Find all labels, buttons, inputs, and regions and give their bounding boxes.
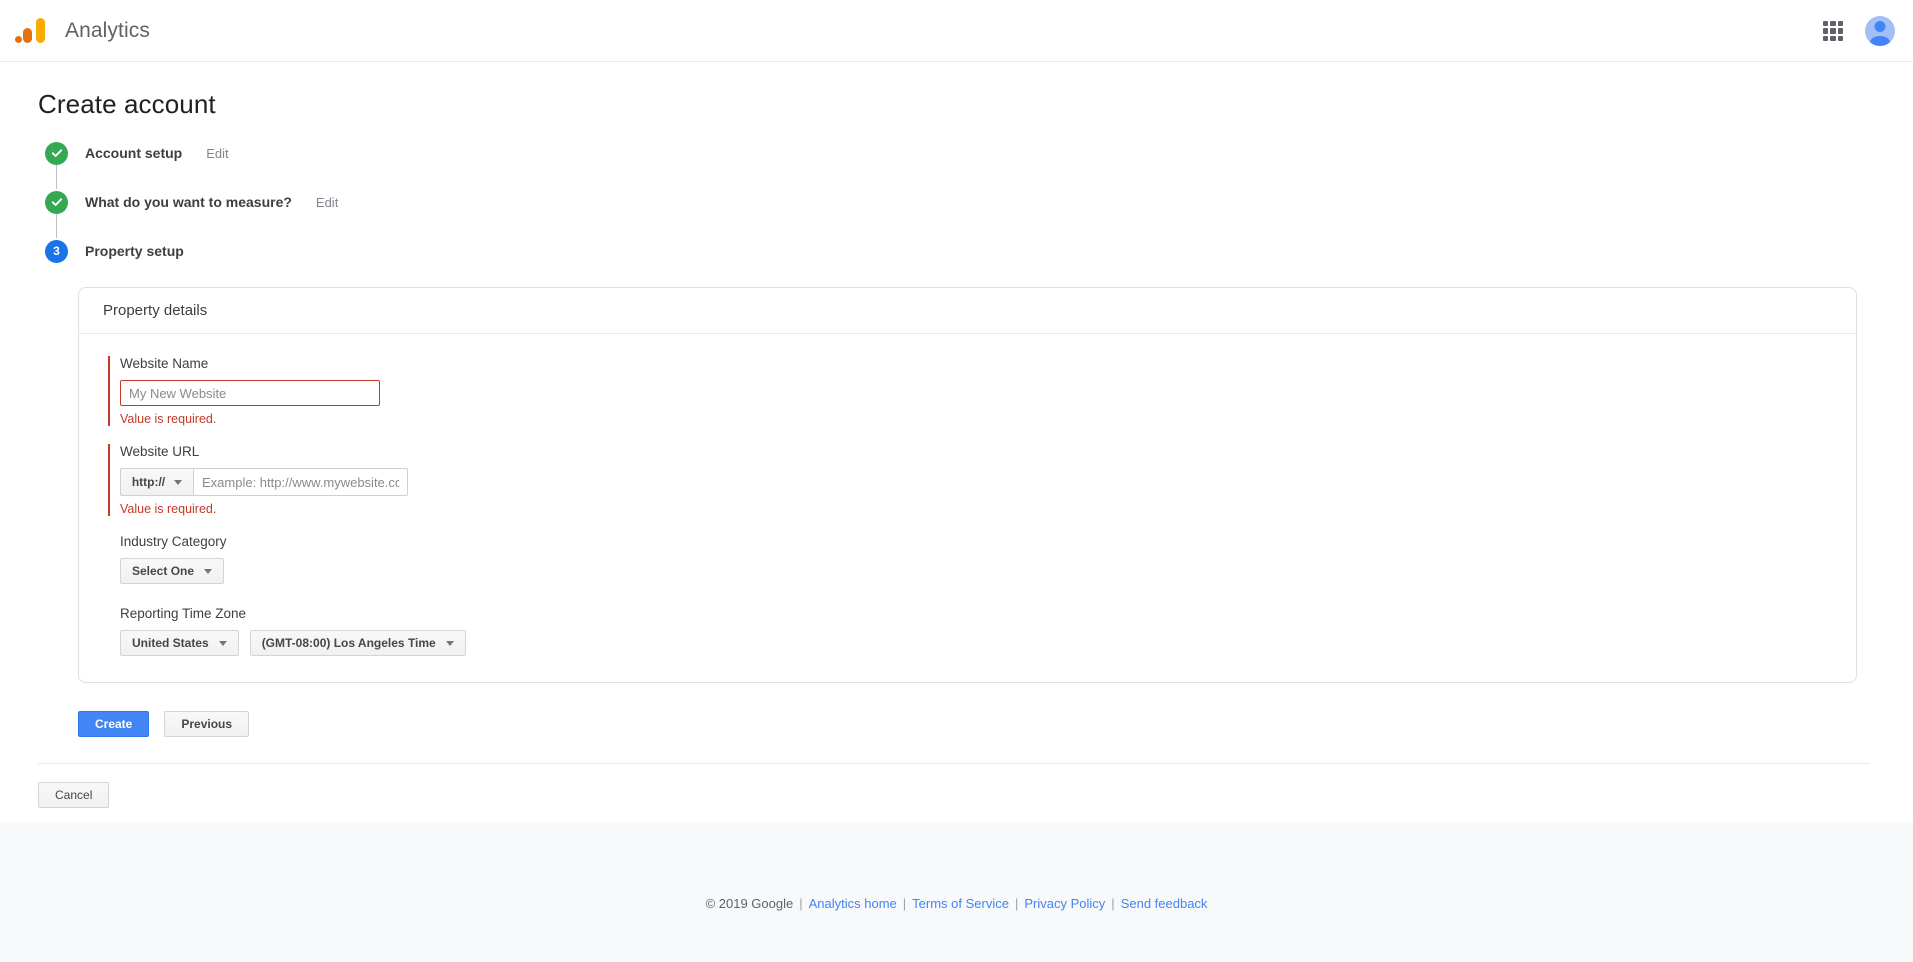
protocol-dropdown[interactable]: http:// (120, 468, 193, 496)
brand-name: Analytics (65, 18, 150, 42)
footer-link-terms-of-service[interactable]: Terms of Service (912, 896, 1009, 911)
step-account-setup[interactable]: Account setup Edit (45, 140, 1913, 189)
check-icon (45, 190, 68, 214)
country-value: United States (132, 636, 209, 650)
chevron-down-icon (445, 640, 454, 646)
step-label: Account setup (85, 145, 183, 161)
reporting-time-zone-field-group: Reporting Time Zone United States (GMT-0… (79, 606, 1856, 656)
cancel-button[interactable]: Cancel (38, 782, 110, 808)
footer-separator: | (799, 895, 803, 911)
website-url-error: Value is required. (120, 502, 217, 516)
stepper: Account setup Edit What do you want to m… (45, 140, 1913, 264)
step-label: What do you want to measure? (85, 194, 292, 210)
footer-link-send-feedback[interactable]: Send feedback (1121, 896, 1208, 911)
actions-divider (38, 763, 1870, 764)
form-actions: Create Previous (78, 711, 1913, 737)
property-details-card: Property details Website Name Value is r… (78, 287, 1857, 683)
footer-copyright: © 2019 Google (705, 895, 794, 911)
step-label: Property setup (85, 243, 184, 259)
website-url-label: Website URL (120, 444, 200, 459)
time-zone-row: United States (GMT-08:00) Los Angeles Ti… (120, 630, 1856, 656)
page-title: Create account (38, 89, 216, 119)
chevron-down-icon (174, 479, 183, 485)
country-dropdown[interactable]: United States (120, 630, 239, 656)
website-url-row: http:// (120, 468, 1856, 496)
step-what-to-measure[interactable]: What do you want to measure? Edit (45, 189, 1913, 238)
apps-grid-icon[interactable] (1821, 19, 1845, 43)
check-icon (45, 141, 68, 165)
website-name-input[interactable] (120, 380, 380, 406)
timezone-dropdown[interactable]: (GMT-08:00) Los Angeles Time (249, 630, 466, 656)
industry-category-value: Select One (132, 564, 195, 578)
website-name-field-group: Website Name Value is required. (79, 356, 1856, 426)
previous-button[interactable]: Previous (164, 711, 250, 737)
app-bar-right (1821, 0, 1895, 62)
protocol-value: http:// (131, 475, 166, 489)
page-content: Create account Account setup Edit What d… (0, 89, 1913, 808)
chevron-down-icon (218, 640, 227, 646)
industry-category-label: Industry Category (120, 534, 227, 549)
step-number: 3 (53, 244, 60, 258)
google-analytics-logo-icon (13, 14, 47, 48)
cancel-wrap: Cancel (38, 782, 1913, 808)
card-header: Property details (79, 288, 1856, 334)
footer-separator: | (902, 895, 907, 911)
website-url-field-group: Website URL http:// Value is required. (79, 444, 1856, 516)
step-property-setup[interactable]: 3 Property setup (45, 238, 1913, 264)
brand[interactable]: Analytics (0, 14, 150, 48)
footer-links: © 2019 Google | Analytics home | Terms o… (706, 844, 1208, 962)
footer-link-analytics-home[interactable]: Analytics home (809, 896, 897, 911)
create-button[interactable]: Create (78, 711, 150, 737)
industry-category-field-group: Industry Category Select One (79, 534, 1856, 584)
app-bar: Analytics (0, 0, 1913, 62)
step-number-badge: 3 (45, 239, 68, 263)
footer-separator: | (1014, 895, 1019, 911)
card-body: Website Name Value is required. Website … (79, 334, 1856, 682)
footer-separator: | (1111, 895, 1115, 911)
step-edit-link[interactable]: Edit (206, 146, 228, 161)
page-footer: © 2019 Google | Analytics home | Terms o… (0, 822, 1913, 962)
step-edit-link[interactable]: Edit (316, 195, 338, 210)
step-connector (56, 165, 57, 189)
industry-category-dropdown[interactable]: Select One (120, 558, 225, 584)
website-url-input[interactable] (193, 468, 408, 496)
reporting-time-zone-label: Reporting Time Zone (120, 606, 247, 621)
website-name-label: Website Name (120, 356, 209, 371)
chevron-down-icon (204, 568, 213, 574)
footer-link-privacy-policy[interactable]: Privacy Policy (1024, 896, 1105, 911)
step-connector (56, 214, 57, 238)
website-name-error: Value is required. (120, 412, 217, 426)
user-avatar-icon[interactable] (1865, 16, 1895, 46)
timezone-value: (GMT-08:00) Los Angeles Time (261, 636, 436, 650)
